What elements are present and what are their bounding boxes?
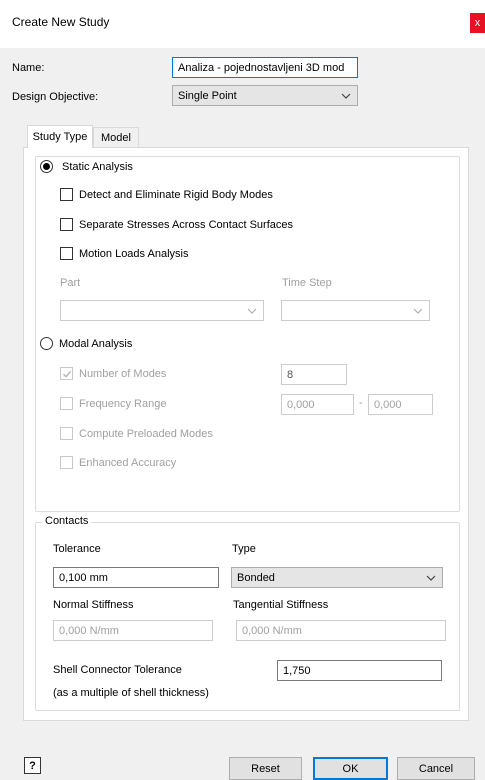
help-icon: ?: [29, 759, 36, 772]
name-input[interactable]: Analiza - pojednostavljeni 3D mod: [172, 57, 358, 78]
time-step-label: Time Step: [282, 277, 332, 289]
tangential-stiffness-input[interactable]: 0,000 N/mm: [236, 620, 446, 641]
tab-model[interactable]: Model: [93, 127, 139, 148]
modal-analysis-label: Modal Analysis: [59, 337, 133, 350]
separate-stresses-label: Separate Stresses Across Contact Surface…: [79, 218, 293, 231]
chevron-down-icon: [341, 93, 351, 99]
design-objective-dropdown[interactable]: Single Point: [172, 85, 358, 106]
radio-unselected-icon: [40, 337, 53, 350]
checkbox-icon: [60, 397, 73, 410]
type-label: Type: [232, 543, 256, 555]
tolerance-label: Tolerance: [53, 543, 101, 555]
separate-stresses-checkbox[interactable]: Separate Stresses Across Contact Surface…: [60, 218, 293, 231]
normal-stiffness-label: Normal Stiffness: [53, 599, 134, 611]
enhanced-accuracy-checkbox[interactable]: Enhanced Accuracy: [60, 456, 176, 469]
contact-type-dropdown[interactable]: Bonded: [231, 567, 443, 588]
normal-stiffness-input[interactable]: 0,000 N/mm: [53, 620, 213, 641]
checkbox-checked-icon: [60, 367, 73, 380]
time-step-dropdown[interactable]: [281, 300, 430, 321]
radio-selected-icon: [40, 160, 53, 173]
tab-study-type[interactable]: Study Type: [27, 125, 93, 148]
compute-preloaded-label: Compute Preloaded Modes: [79, 427, 213, 440]
close-button[interactable]: x: [470, 13, 485, 33]
tolerance-input[interactable]: 0,100 mm: [53, 567, 219, 588]
shell-tolerance-input[interactable]: 1,750: [277, 660, 442, 681]
number-of-modes-input[interactable]: 8: [281, 364, 347, 385]
frequency-range-label: Frequency Range: [79, 397, 167, 410]
contact-type-value: Bonded: [237, 571, 275, 584]
number-of-modes-checkbox[interactable]: Number of Modes: [60, 367, 166, 380]
close-icon: x: [474, 17, 481, 29]
checkbox-icon: [60, 188, 73, 201]
detect-rigid-body-label: Detect and Eliminate Rigid Body Modes: [79, 188, 273, 201]
checkmark-icon: [62, 370, 71, 378]
motion-loads-checkbox[interactable]: Motion Loads Analysis: [60, 247, 188, 260]
detect-rigid-body-checkbox[interactable]: Detect and Eliminate Rigid Body Modes: [60, 188, 273, 201]
number-of-modes-label: Number of Modes: [79, 367, 167, 380]
part-dropdown[interactable]: [60, 300, 264, 321]
shell-tolerance-label: Shell Connector Tolerance: [53, 664, 182, 676]
help-button[interactable]: ?: [24, 757, 41, 774]
chevron-down-icon: [426, 575, 436, 581]
chevron-down-icon: [413, 308, 423, 314]
frequency-to-input[interactable]: 0,000: [368, 394, 433, 415]
chevron-down-icon: [247, 308, 257, 314]
checkbox-icon: [60, 427, 73, 440]
checkbox-icon: [60, 218, 73, 231]
frequency-range-separator: -: [359, 397, 363, 409]
frequency-from-input[interactable]: 0,000: [281, 394, 354, 415]
compute-preloaded-checkbox[interactable]: Compute Preloaded Modes: [60, 427, 213, 440]
window-title: Create New Study: [12, 15, 110, 29]
name-label: Name:: [12, 62, 45, 74]
reset-button[interactable]: Reset: [229, 757, 302, 780]
shell-tolerance-note: (as a multiple of shell thickness): [53, 687, 209, 699]
enhanced-accuracy-label: Enhanced Accuracy: [79, 456, 177, 469]
ok-button[interactable]: OK: [313, 757, 388, 780]
static-analysis-label: Static Analysis: [59, 160, 136, 173]
checkbox-icon: [60, 247, 73, 260]
design-objective-value: Single Point: [178, 89, 237, 102]
checkbox-icon: [60, 456, 73, 469]
tangential-stiffness-label: Tangential Stiffness: [233, 599, 329, 611]
frequency-range-checkbox[interactable]: Frequency Range: [60, 397, 166, 410]
static-analysis-radio[interactable]: Static Analysis: [40, 160, 136, 173]
part-label: Part: [60, 277, 81, 289]
modal-analysis-radio[interactable]: Modal Analysis: [40, 337, 132, 350]
design-objective-label: Design Objective:: [12, 91, 99, 103]
motion-loads-label: Motion Loads Analysis: [79, 247, 189, 260]
contacts-legend: Contacts: [42, 515, 92, 527]
cancel-button[interactable]: Cancel: [397, 757, 475, 780]
